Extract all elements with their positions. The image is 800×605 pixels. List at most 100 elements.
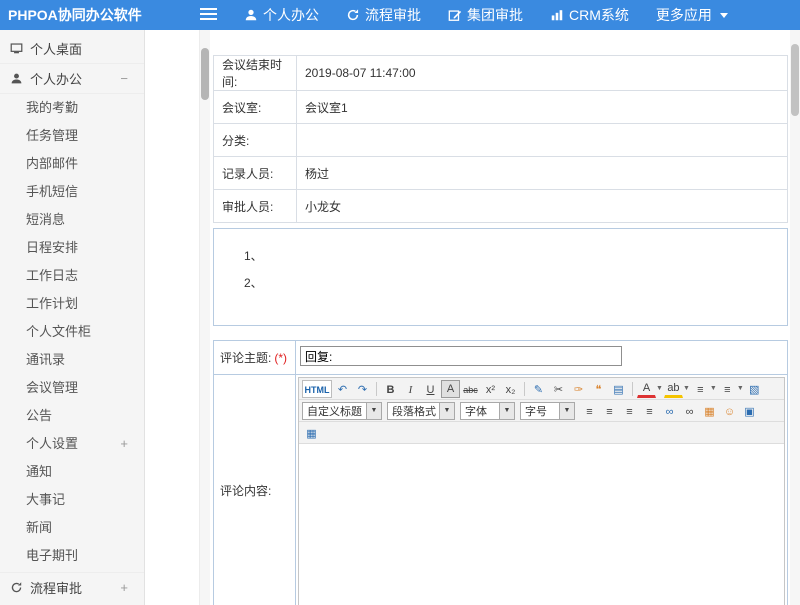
note-line: 1、	[214, 243, 787, 270]
subscript-icon[interactable]: x₂	[501, 380, 520, 398]
sidebar-item[interactable]: 会议管理	[0, 374, 144, 402]
format-painter-icon[interactable]: ✑	[569, 380, 588, 398]
html-source-icon[interactable]: HTML	[302, 380, 332, 398]
align-left-icon[interactable]: ≡	[580, 402, 599, 420]
sidebar-item[interactable]: 任务管理	[0, 122, 144, 150]
sidebar-item-personal-office[interactable]: 个人办公 −	[0, 64, 144, 94]
undo-icon[interactable]: ↶	[333, 380, 352, 398]
collapse-icon[interactable]: −	[120, 64, 128, 93]
chart-icon	[550, 8, 564, 22]
unordered-list-caret-icon[interactable]: ▼	[737, 385, 744, 392]
insert-image-icon[interactable]: ▦	[700, 402, 719, 420]
sidebar-item-label: 个人设置	[26, 436, 78, 451]
menu-icon[interactable]	[200, 8, 217, 23]
top-nav: 个人办公 流程审批 集团审批 CRM系统 更多应用	[244, 0, 728, 30]
ordered-list-icon[interactable]: ≡	[691, 380, 710, 398]
sidebar-item[interactable]: 工作计划	[0, 290, 144, 318]
highlight-color-icon[interactable]: ab	[664, 380, 683, 398]
blockquote-icon[interactable]: ❝	[589, 380, 608, 398]
caret-down-icon[interactable]: ▼	[366, 403, 381, 419]
nav-group-approval[interactable]: 集团审批	[448, 5, 523, 25]
caret-down-icon[interactable]: ▼	[439, 403, 454, 419]
sidebar-item[interactable]: 电子期刊	[0, 542, 144, 570]
sidebar-item-label: 我的考勤	[26, 100, 78, 115]
ordered-list-caret-icon[interactable]: ▼	[710, 385, 717, 392]
dropdown-value: 段落格式	[388, 403, 439, 419]
sidebar: 个人桌面 个人办公 − 我的考勤任务管理内部邮件手机短信短消息日程安排工作日志工…	[0, 30, 145, 605]
align-justify-icon[interactable]: ≡	[640, 402, 659, 420]
redo-icon[interactable]: ↷	[353, 380, 372, 398]
bold-icon[interactable]: B	[381, 380, 400, 398]
highlight-color-caret-icon[interactable]: ▼	[683, 385, 690, 392]
sidebar-item[interactable]: 大事记	[0, 486, 144, 514]
nav-more-apps[interactable]: 更多应用	[656, 5, 728, 25]
meeting-field-row: 审批人员:小龙女	[214, 190, 788, 223]
font-border-icon[interactable]: A	[441, 380, 460, 398]
link-icon[interactable]: ∞	[660, 402, 679, 420]
paste-icon[interactable]: ▧	[745, 380, 764, 398]
app-title: PHPOA协同办公软件	[8, 0, 142, 30]
sidebar-item-label: 个人文件柜	[26, 324, 91, 339]
font-size-dropdown[interactable]: 字号▼	[520, 402, 575, 420]
flow-icon	[346, 8, 360, 22]
field-value: 2019-08-07 11:47:00	[297, 56, 788, 91]
align-center-icon[interactable]: ≡	[600, 402, 619, 420]
font-color-caret-icon[interactable]: ▼	[656, 385, 663, 392]
meeting-field-row: 分类:	[214, 124, 788, 157]
sidebar-item[interactable]: 我的考勤	[0, 94, 144, 122]
sidebar-item[interactable]: 通知	[0, 458, 144, 486]
superscript-icon[interactable]: x²	[481, 380, 500, 398]
nav-personal-office[interactable]: 个人办公	[244, 5, 319, 25]
paragraph-format-dropdown[interactable]: 段落格式▼	[387, 402, 455, 420]
dropdown-value: 自定义标题	[303, 403, 366, 419]
page-scrollbar-thumb[interactable]	[791, 44, 799, 116]
insert-table-icon[interactable]: ▦	[302, 424, 321, 442]
sidebar-item-label: 会议管理	[26, 380, 78, 395]
sidebar-item-workflow-approval[interactable]: 流程审批 +	[0, 572, 144, 602]
sidebar-item[interactable]: 新闻	[0, 514, 144, 542]
sidebar-item[interactable]: 个人文件柜	[0, 318, 144, 346]
underline-icon[interactable]: U	[421, 380, 440, 398]
eraser-icon[interactable]: ✂	[549, 380, 568, 398]
sidebar-item[interactable]: 手机短信	[0, 178, 144, 206]
page-scrollbar[interactable]	[790, 30, 800, 605]
save-icon[interactable]: ▣	[740, 402, 759, 420]
user-icon	[244, 8, 258, 22]
unlink-icon[interactable]: ∞	[680, 402, 699, 420]
sidebar-item[interactable]: 内部邮件	[0, 150, 144, 178]
expand-icon[interactable]: +	[120, 573, 128, 602]
nav-label: CRM系统	[569, 5, 629, 25]
sidebar-item-personal-desktop[interactable]: 个人桌面	[0, 34, 144, 64]
comment-content-row: 评论内容: HTML↶↷BIUAabcx²x₂✎✂✑❝▤A▼ab▼≡▼≡▼▧ 自…	[214, 375, 787, 605]
strikethrough-icon[interactable]: abc	[461, 380, 480, 398]
unordered-list-icon[interactable]: ≡	[718, 380, 737, 398]
desktop-icon	[10, 42, 23, 55]
sidebar-item[interactable]: 工作日志	[0, 262, 144, 290]
sidebar-item-label: 短消息	[26, 212, 65, 227]
comment-subject-field	[296, 341, 787, 374]
editor-content-area[interactable]	[299, 444, 784, 605]
nav-crm-system[interactable]: CRM系统	[550, 5, 629, 25]
caret-down-icon[interactable]: ▼	[499, 403, 514, 419]
sidebar-item[interactable]: 个人设置 +	[0, 430, 144, 458]
font-family-dropdown[interactable]: 字体▼	[460, 402, 515, 420]
caret-down-icon[interactable]: ▼	[559, 403, 574, 419]
nav-workflow-approval[interactable]: 流程审批	[346, 5, 421, 25]
italic-icon[interactable]: I	[401, 380, 420, 398]
sidebar-item[interactable]: 日程安排	[0, 234, 144, 262]
sidebar-item[interactable]: 公告	[0, 402, 144, 430]
sidebar-item[interactable]: 短消息	[0, 206, 144, 234]
align-right-icon[interactable]: ≡	[620, 402, 639, 420]
sidebar-item-label: 大事记	[26, 492, 65, 507]
comment-subject-input[interactable]	[300, 346, 622, 366]
new-document-icon[interactable]: ▤	[609, 380, 628, 398]
font-color-icon[interactable]: A	[637, 380, 656, 398]
sidebar-submenu: 我的考勤任务管理内部邮件手机短信短消息日程安排工作日志工作计划个人文件柜通讯录会…	[0, 94, 144, 570]
content-scrollbar-thumb[interactable]	[201, 48, 209, 100]
sidebar-item[interactable]: 通讯录	[0, 346, 144, 374]
format-brush-icon[interactable]: ✎	[529, 380, 548, 398]
expand-icon[interactable]: +	[120, 430, 128, 458]
field-label: 审批人员:	[214, 190, 297, 223]
emoticon-icon[interactable]: ☺	[720, 402, 739, 420]
custom-heading-dropdown[interactable]: 自定义标题▼	[302, 402, 382, 420]
